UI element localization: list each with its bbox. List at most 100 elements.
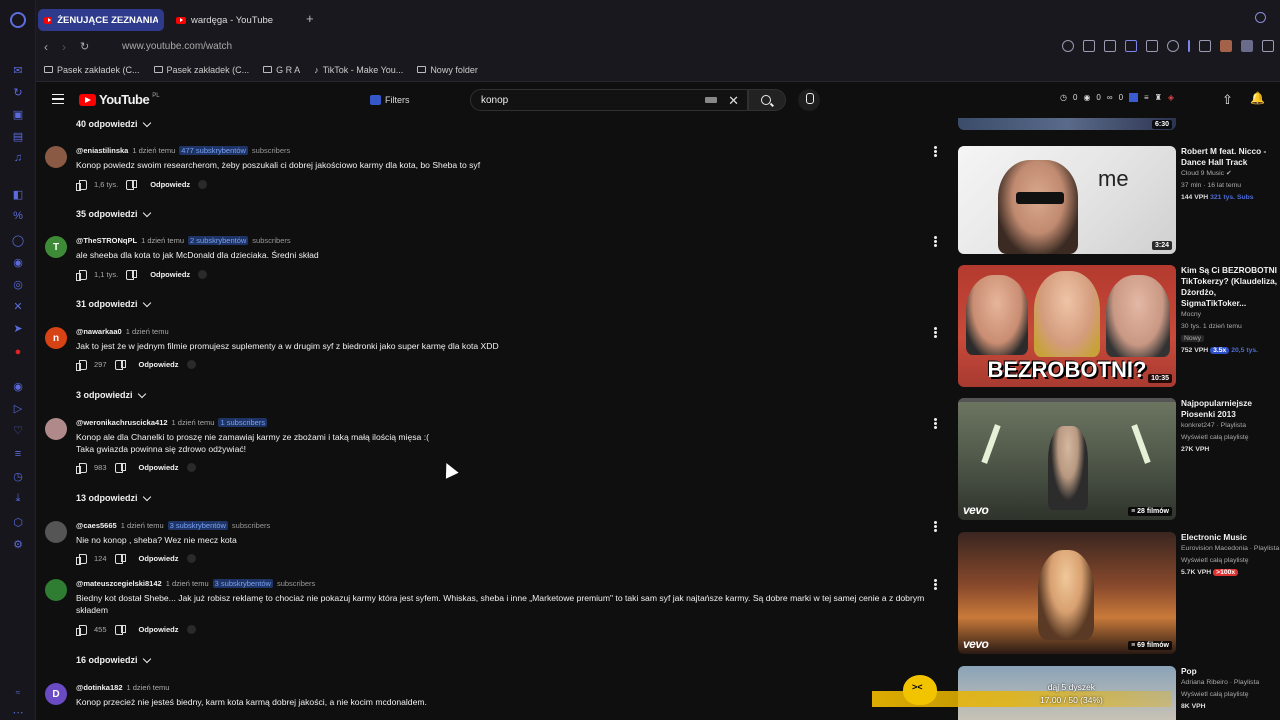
view-playlist-link[interactable]: Wyświetl całą playlistę [1181, 432, 1280, 444]
channel-name[interactable]: Eurovision Macedonia · Playlista [1181, 543, 1280, 555]
reco-title[interactable]: Kim Są Ci BEZROBOTNI TikTokerzy? (Klaude… [1181, 265, 1280, 309]
reco-item-partial[interactable]: 6:30 [958, 118, 1280, 130]
pin-icon[interactable] [1083, 40, 1095, 52]
mute-icon[interactable]: ◈ [1168, 93, 1174, 102]
keyboard-icon[interactable] [705, 97, 717, 103]
back-icon[interactable]: ‹ [44, 40, 48, 54]
thumbnail[interactable]: BEZROBOTNI? 10:35 [958, 265, 1176, 387]
more-actions-icon[interactable] [934, 579, 937, 590]
reply-button[interactable]: Odpowiedz [139, 554, 179, 563]
channel-name[interactable]: konkret247 · Playlista [1181, 420, 1280, 432]
dislike-icon[interactable] [114, 625, 126, 635]
more-actions-icon[interactable] [934, 236, 937, 247]
extension-icon[interactable] [1129, 93, 1139, 102]
comment-time[interactable]: 1 dzień temu [172, 418, 215, 427]
url-field[interactable]: www.youtube.com/watch [122, 41, 232, 52]
avatar[interactable]: n [45, 327, 67, 349]
more-actions-icon[interactable] [934, 521, 937, 532]
reco-title[interactable]: Najpopularniejsze Piosenki 2013 [1181, 398, 1280, 420]
dislike-icon[interactable] [114, 360, 126, 370]
bag-icon[interactable]: ▣ [10, 106, 26, 122]
zoom-icon[interactable] [1062, 40, 1074, 52]
comment-time[interactable]: 1 dzień temu [127, 683, 170, 692]
channel-name[interactable]: Adriana Ribeiro · Playlista [1181, 677, 1280, 689]
settings-icon[interactable]: ⚙ [10, 536, 26, 552]
reload-icon[interactable]: ↻ [80, 40, 89, 53]
profile-icon[interactable] [1241, 40, 1253, 52]
youtube-logo[interactable]: YouTube PL [79, 92, 160, 107]
download-icon[interactable] [1262, 40, 1274, 52]
dislike-icon[interactable] [126, 270, 138, 280]
list-icon[interactable]: ≡ [1144, 93, 1149, 102]
clear-search-icon[interactable]: ✕ [728, 93, 739, 109]
player-icon[interactable] [1146, 40, 1158, 52]
menu-icon[interactable] [52, 94, 64, 104]
extensions-icon[interactable] [1199, 40, 1211, 52]
replies-toggle[interactable]: 16 odpowiedzi [76, 654, 151, 665]
avatar[interactable]: T [45, 236, 67, 258]
like-icon[interactable] [76, 360, 87, 371]
comment-time[interactable]: 1 dzień temu [121, 521, 164, 530]
reco-channel[interactable]: Cloud 9 Music ✔ [1181, 168, 1280, 180]
reply-button[interactable]: Odpowiedz [139, 360, 179, 369]
like-icon[interactable] [76, 554, 87, 565]
twitch-icon[interactable]: ◧ [10, 186, 26, 202]
comment-author[interactable]: @TheSTRONqPL [76, 236, 137, 245]
download-icon[interactable]: ⤓ [10, 490, 26, 506]
shield-icon[interactable] [1125, 40, 1137, 52]
wallet-icon[interactable]: ▤ [10, 128, 26, 144]
search-button[interactable] [748, 89, 786, 111]
reco-item[interactable]: vevo ≡ 28 filmów Najpopularniejsze Piose… [958, 398, 1280, 520]
more-actions-icon[interactable] [934, 418, 937, 429]
music-icon[interactable]: ♫ [10, 150, 26, 166]
opera-logo-icon[interactable] [10, 12, 26, 28]
avatar[interactable] [45, 521, 67, 543]
view-playlist-link[interactable]: Wyświetl całą playlistę [1181, 689, 1280, 701]
chat-icon[interactable]: ◯ [10, 232, 26, 248]
bookmark-tiktok[interactable]: ♪ TikTok - Make You... [314, 65, 403, 75]
thumbnail[interactable]: me 3:24 [958, 146, 1176, 254]
comment-author[interactable]: @nawarkaa0 [76, 327, 122, 336]
instagram-icon[interactable]: ◎ [10, 276, 26, 292]
dislike-icon[interactable] [114, 463, 126, 473]
reply-button[interactable]: Odpowiedz [139, 463, 179, 472]
percent-icon[interactable]: % [10, 208, 26, 224]
more-icon[interactable]: ⋯ [10, 704, 26, 720]
comment-time[interactable]: 1 dzień temu [126, 327, 169, 336]
bookmark-folder-1[interactable]: Pasek zakładek (C... [44, 65, 140, 75]
comment-time[interactable]: 1 dzień temu [166, 579, 209, 588]
comment-author[interactable]: @mateuszcegielski8142 [76, 579, 162, 588]
avatar[interactable]: D [45, 683, 67, 705]
reply-button[interactable]: Odpowiedz [139, 625, 179, 634]
notifications-icon[interactable]: 🔔 [1250, 91, 1265, 105]
refresh-icon[interactable]: ↻ [10, 84, 26, 100]
reco-item[interactable]: vevo ≡ 69 filmów Electronic Music Eurovi… [958, 532, 1280, 654]
tab-active[interactable]: ŻENUJĄCE ZEZNANIA STŁ [38, 9, 164, 31]
like-icon[interactable] [76, 270, 87, 281]
tab-search-icon[interactable] [1255, 12, 1266, 23]
dislike-icon[interactable] [114, 554, 126, 564]
messenger-icon[interactable]: ✉ [10, 62, 26, 78]
menu-icon[interactable]: ≈ [10, 684, 26, 700]
tab-wardega[interactable]: wardęga - YouTube [170, 9, 279, 31]
avatar[interactable] [45, 579, 67, 601]
thumbnail[interactable]: vevo ≡ 69 filmów [958, 532, 1176, 654]
reply-button[interactable]: Odpowiedz [150, 270, 190, 279]
replies-toggle[interactable]: 31 odpowiedzi [76, 298, 151, 309]
reply-button[interactable]: Odpowiedz [150, 180, 190, 189]
channel-name[interactable]: Mocny [1181, 309, 1280, 321]
comment-author[interactable]: @dotinka182 [76, 683, 123, 692]
reco-title[interactable]: Electronic Music [1181, 532, 1280, 543]
telegram-icon[interactable]: ➤ [10, 320, 26, 336]
avatar[interactable] [45, 418, 67, 440]
comment-author[interactable]: @caes5665 [76, 521, 117, 530]
like-icon[interactable] [76, 463, 87, 474]
discord-icon[interactable]: ◉ [10, 254, 26, 270]
more-actions-icon[interactable] [934, 327, 937, 338]
replies-toggle[interactable]: 13 odpowiedzi [76, 492, 151, 503]
reco-title[interactable]: Pop [1181, 666, 1280, 677]
heart-icon[interactable]: ♡ [10, 422, 26, 438]
thumbnail[interactable]: 6:30 [958, 118, 1176, 130]
bookmark-folder-new[interactable]: Nowy folder [417, 65, 478, 75]
reco-item[interactable]: BEZROBOTNI? 10:35 Kim Są Ci BEZROBOTNI T… [958, 265, 1280, 387]
